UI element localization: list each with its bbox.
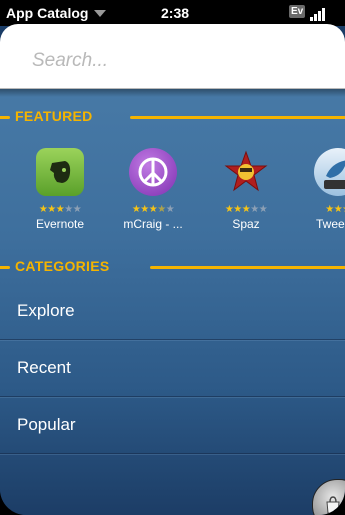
category-label: Explore bbox=[17, 301, 75, 320]
category-label: Recent bbox=[17, 358, 71, 377]
shopping-bag-icon bbox=[326, 496, 340, 514]
status-bar: App Catalog 2:38 Ev bbox=[0, 0, 345, 26]
rating-stars: ★★★★★ bbox=[38, 204, 82, 215]
featured-label: FEATURED bbox=[15, 108, 93, 124]
featured-header: FEATURED bbox=[0, 108, 345, 128]
app-name: Twee bbox=[316, 217, 345, 231]
app-name: mCraig - ... bbox=[123, 217, 183, 231]
featured-app-spaz[interactable]: ★★★★★ Spaz bbox=[206, 148, 286, 231]
app-menu[interactable]: App Catalog bbox=[6, 5, 107, 21]
search-bar bbox=[0, 24, 345, 89]
app-title: App Catalog bbox=[6, 5, 89, 21]
category-item-popular[interactable]: Popular bbox=[0, 397, 345, 454]
category-item-explore[interactable]: Explore bbox=[0, 283, 345, 340]
app-name: Spaz bbox=[232, 217, 260, 231]
divider bbox=[0, 116, 10, 119]
signal-strength-icon bbox=[310, 7, 325, 21]
rating-stars: ★★★ bbox=[325, 204, 345, 215]
chevron-down-icon bbox=[94, 10, 107, 17]
category-list: Explore Recent Popular bbox=[0, 283, 345, 454]
rating-stars: ★★★★★ bbox=[224, 204, 268, 215]
featured-app-twee[interactable]: ★★★ Twee bbox=[298, 148, 345, 231]
divider bbox=[150, 266, 345, 269]
categories-header: CATEGORIES bbox=[0, 258, 345, 278]
divider bbox=[130, 116, 345, 119]
featured-app-mcraig[interactable]: ★★★★★ mCraig - ... bbox=[113, 148, 193, 231]
category-item-recent[interactable]: Recent bbox=[0, 340, 345, 397]
categories-label: CATEGORIES bbox=[15, 258, 110, 274]
rating-stars: ★★★★★ bbox=[131, 204, 175, 215]
clock: 2:38 bbox=[161, 5, 190, 21]
search-input[interactable] bbox=[32, 50, 322, 72]
spaz-star-icon bbox=[222, 148, 270, 196]
featured-apps: ★★★★★ Evernote ★★★★★ mCraig - ... ★★★★★ … bbox=[0, 148, 345, 248]
network-badge: Ev bbox=[289, 5, 306, 18]
category-label: Popular bbox=[17, 415, 76, 434]
elephant-icon bbox=[36, 148, 84, 196]
peace-sign-icon bbox=[129, 148, 177, 196]
app-catalog-screen: App Catalog 2:38 Ev FEATURED ★★★★★ Evern… bbox=[0, 0, 345, 515]
bird-icon bbox=[314, 148, 345, 196]
featured-app-evernote[interactable]: ★★★★★ Evernote bbox=[20, 148, 100, 231]
app-name: Evernote bbox=[35, 217, 85, 231]
divider bbox=[0, 266, 10, 269]
